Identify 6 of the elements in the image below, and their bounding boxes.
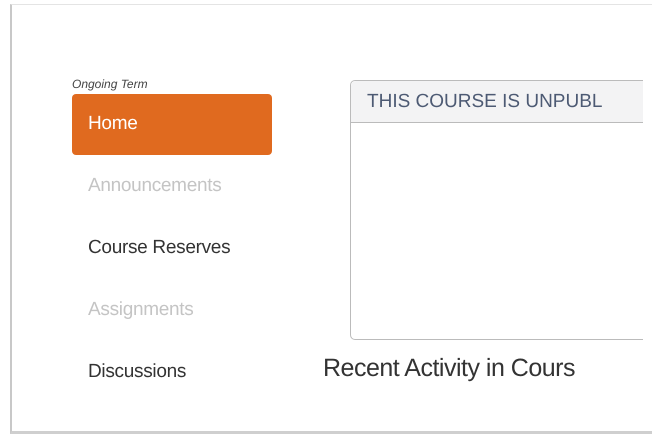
notice-title: THIS COURSE IS UNPUBL [351,81,643,123]
nav-link[interactable]: Discussions [72,341,272,403]
section-heading: Recent Activity in Cours [323,354,576,383]
nav-link[interactable]: Home [72,94,272,155]
nav-link[interactable]: Course Reserves [72,217,272,279]
term-label: Ongoing Term [72,77,149,91]
